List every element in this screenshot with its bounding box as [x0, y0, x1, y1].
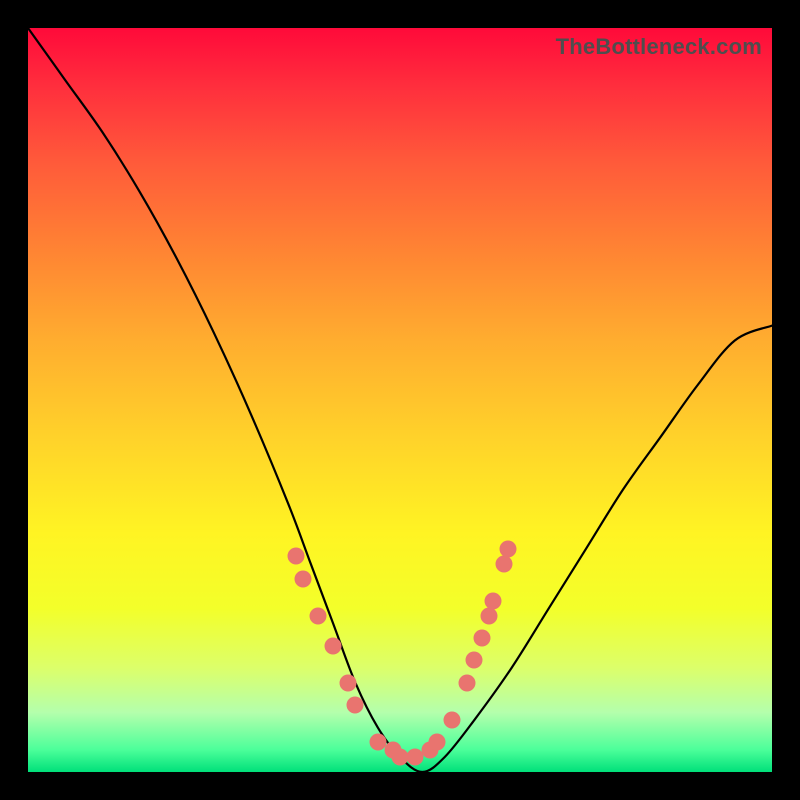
- curve-layer: [28, 28, 772, 772]
- data-point-marker: [466, 652, 483, 669]
- data-point-marker: [499, 540, 516, 557]
- data-point-marker: [458, 674, 475, 691]
- data-point-marker: [481, 607, 498, 624]
- data-point-marker: [339, 674, 356, 691]
- chart-frame: TheBottleneck.com: [0, 0, 800, 800]
- data-point-marker: [287, 548, 304, 565]
- bottleneck-curve-path: [28, 28, 772, 772]
- data-point-marker: [496, 555, 513, 572]
- plot-area: TheBottleneck.com: [28, 28, 772, 772]
- data-point-marker: [473, 630, 490, 647]
- data-point-marker: [444, 711, 461, 728]
- data-point-marker: [485, 592, 502, 609]
- data-point-marker: [295, 570, 312, 587]
- data-point-marker: [310, 607, 327, 624]
- data-point-marker: [325, 637, 342, 654]
- data-point-marker: [347, 697, 364, 714]
- data-point-marker: [429, 734, 446, 751]
